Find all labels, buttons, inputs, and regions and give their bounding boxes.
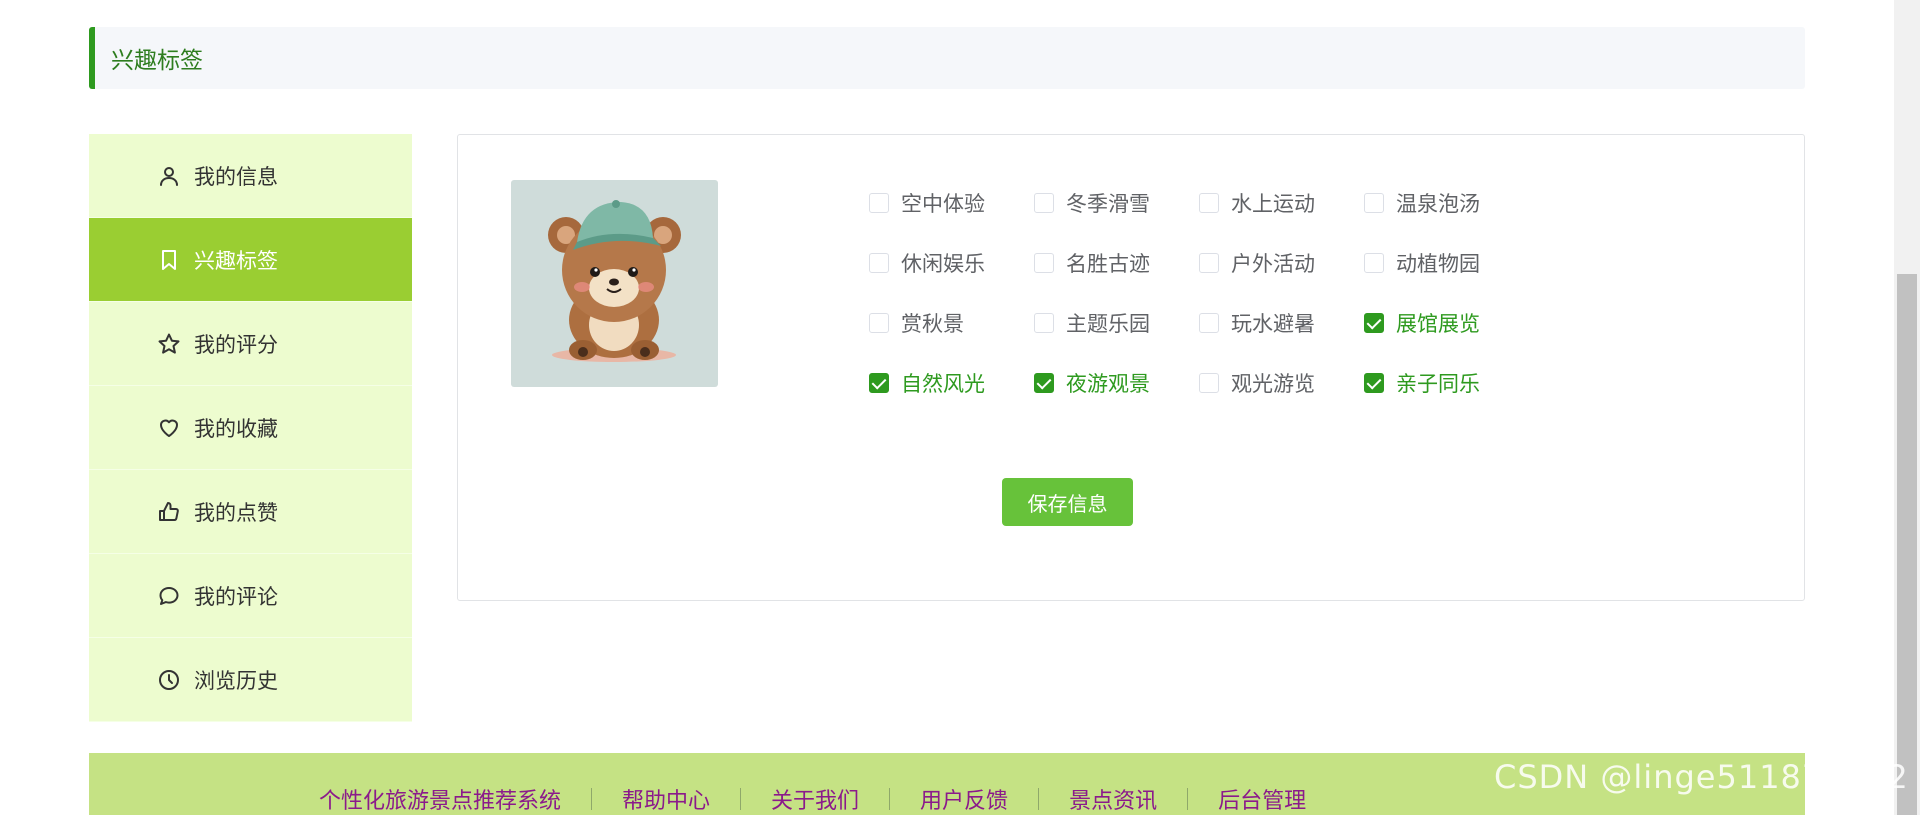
- checkbox-box[interactable]: [869, 193, 889, 213]
- tag-checkbox[interactable]: 展馆展览: [1364, 308, 1529, 338]
- tag-checkbox[interactable]: 冬季滑雪: [1034, 188, 1199, 218]
- tag-checkbox[interactable]: 主题乐园: [1034, 308, 1199, 338]
- sidebar: 我的信息 兴趣标签 我的评分 我的收藏 我的点赞 我的评论 浏览历史: [89, 134, 412, 722]
- footer-link-news[interactable]: 景点资讯: [1039, 783, 1187, 815]
- tag-checkbox[interactable]: 温泉泡汤: [1364, 188, 1529, 218]
- interest-tags-panel: 空中体验 冬季滑雪 水上运动 温泉泡汤 休闲娱乐 名胜古迹 户外活动 动植物园 …: [457, 134, 1805, 601]
- thumbs-up-icon: [156, 499, 182, 525]
- checkbox-box[interactable]: [1034, 253, 1054, 273]
- sidebar-item-my-likes[interactable]: 我的点赞: [89, 470, 412, 554]
- avatar: [511, 180, 718, 387]
- tag-checkbox[interactable]: 休闲娱乐: [869, 248, 1034, 278]
- tag-checkbox-group: 空中体验 冬季滑雪 水上运动 温泉泡汤 休闲娱乐 名胜古迹 户外活动 动植物园 …: [869, 173, 1529, 413]
- checkbox-box[interactable]: [1034, 193, 1054, 213]
- tag-label: 观光游览: [1231, 372, 1315, 396]
- tag-label: 展馆展览: [1396, 312, 1480, 336]
- checkbox-box[interactable]: [1364, 193, 1384, 213]
- checkbox-box[interactable]: [1034, 313, 1054, 333]
- tag-checkbox[interactable]: 玩水避暑: [1199, 308, 1364, 338]
- page: 兴趣标签 我的信息 兴趣标签 我的评分 我的收藏 我的点赞 我的评论 浏览历史 …: [0, 0, 1920, 815]
- tag-row: 赏秋景 主题乐园 玩水避暑 展馆展览: [869, 293, 1529, 353]
- heart-icon: [156, 415, 182, 441]
- tag-checkbox[interactable]: 夜游观景: [1034, 368, 1199, 398]
- tag-checkbox[interactable]: 亲子同乐: [1364, 368, 1529, 398]
- tag-checkbox[interactable]: 户外活动: [1199, 248, 1364, 278]
- tag-label: 空中体验: [901, 192, 985, 216]
- checkbox-box[interactable]: [1364, 373, 1384, 393]
- tag-checkbox[interactable]: 水上运动: [1199, 188, 1364, 218]
- sidebar-item-interest-tags[interactable]: 兴趣标签: [89, 218, 412, 302]
- section-title: 兴趣标签: [111, 48, 203, 74]
- sidebar-item-my-ratings[interactable]: 我的评分: [89, 302, 412, 386]
- comment-icon: [156, 583, 182, 609]
- sidebar-item-label: 我的收藏: [194, 416, 278, 441]
- footer-link-about[interactable]: 关于我们: [741, 783, 889, 815]
- save-button[interactable]: 保存信息: [1002, 478, 1133, 526]
- tag-label: 休闲娱乐: [901, 252, 985, 276]
- tag-label: 赏秋景: [901, 312, 964, 336]
- scrollbar-thumb[interactable]: [1897, 274, 1917, 815]
- tag-label: 自然风光: [901, 372, 985, 396]
- tag-row: 休闲娱乐 名胜古迹 户外活动 动植物园: [869, 233, 1529, 293]
- sidebar-item-browse-history[interactable]: 浏览历史: [89, 638, 412, 722]
- sidebar-item-label: 我的点赞: [194, 500, 278, 525]
- footer-link-feedback[interactable]: 用户反馈: [890, 783, 1038, 815]
- user-icon: [156, 163, 182, 189]
- checkbox-box[interactable]: [869, 253, 889, 273]
- tag-checkbox[interactable]: 空中体验: [869, 188, 1034, 218]
- tag-label: 户外活动: [1231, 252, 1315, 276]
- footer-link-system[interactable]: 个性化旅游景点推荐系统: [289, 783, 591, 815]
- tag-label: 动植物园: [1396, 252, 1480, 276]
- tag-label: 水上运动: [1231, 192, 1315, 216]
- checkbox-box[interactable]: [1364, 253, 1384, 273]
- tag-label: 亲子同乐: [1396, 372, 1480, 396]
- checkbox-box[interactable]: [1199, 253, 1219, 273]
- sidebar-item-label: 我的评论: [194, 584, 278, 609]
- checkbox-box[interactable]: [1199, 373, 1219, 393]
- tag-checkbox[interactable]: 赏秋景: [869, 308, 1034, 338]
- checkbox-box[interactable]: [869, 373, 889, 393]
- tag-label: 温泉泡汤: [1396, 192, 1480, 216]
- tag-label: 冬季滑雪: [1066, 192, 1150, 216]
- tag-checkbox[interactable]: 名胜古迹: [1034, 248, 1199, 278]
- tag-checkbox[interactable]: 动植物园: [1364, 248, 1529, 278]
- tag-row: 空中体验 冬季滑雪 水上运动 温泉泡汤: [869, 173, 1529, 233]
- tag-label: 玩水避暑: [1231, 312, 1315, 336]
- bookmark-icon: [156, 247, 182, 273]
- tag-row: 自然风光 夜游观景 观光游览 亲子同乐: [869, 353, 1529, 413]
- clock-icon: [156, 667, 182, 693]
- sidebar-item-label: 我的信息: [194, 164, 278, 189]
- sidebar-item-my-info[interactable]: 我的信息: [89, 134, 412, 218]
- tag-checkbox[interactable]: 自然风光: [869, 368, 1034, 398]
- tag-label: 夜游观景: [1066, 372, 1150, 396]
- sidebar-item-label: 浏览历史: [194, 668, 278, 693]
- checkbox-box[interactable]: [869, 313, 889, 333]
- watermark: CSDN @linge511873822: [1494, 758, 1909, 796]
- sidebar-item-my-favorites[interactable]: 我的收藏: [89, 386, 412, 470]
- tag-checkbox[interactable]: 观光游览: [1199, 368, 1364, 398]
- section-header: 兴趣标签: [89, 27, 1805, 89]
- checkbox-box[interactable]: [1364, 313, 1384, 333]
- checkbox-box[interactable]: [1199, 313, 1219, 333]
- sidebar-item-label: 兴趣标签: [194, 248, 278, 273]
- footer-links: 个性化旅游景点推荐系统 帮助中心 关于我们 用户反馈 景点资讯 后台管理: [289, 783, 1336, 815]
- sidebar-item-label: 我的评分: [194, 332, 278, 357]
- sidebar-item-my-comments[interactable]: 我的评论: [89, 554, 412, 638]
- checkbox-box[interactable]: [1199, 193, 1219, 213]
- footer-link-help[interactable]: 帮助中心: [592, 783, 740, 815]
- tag-label: 主题乐园: [1066, 312, 1150, 336]
- footer-link-admin[interactable]: 后台管理: [1188, 783, 1336, 815]
- star-icon: [156, 331, 182, 357]
- checkbox-box[interactable]: [1034, 373, 1054, 393]
- tag-label: 名胜古迹: [1066, 252, 1150, 276]
